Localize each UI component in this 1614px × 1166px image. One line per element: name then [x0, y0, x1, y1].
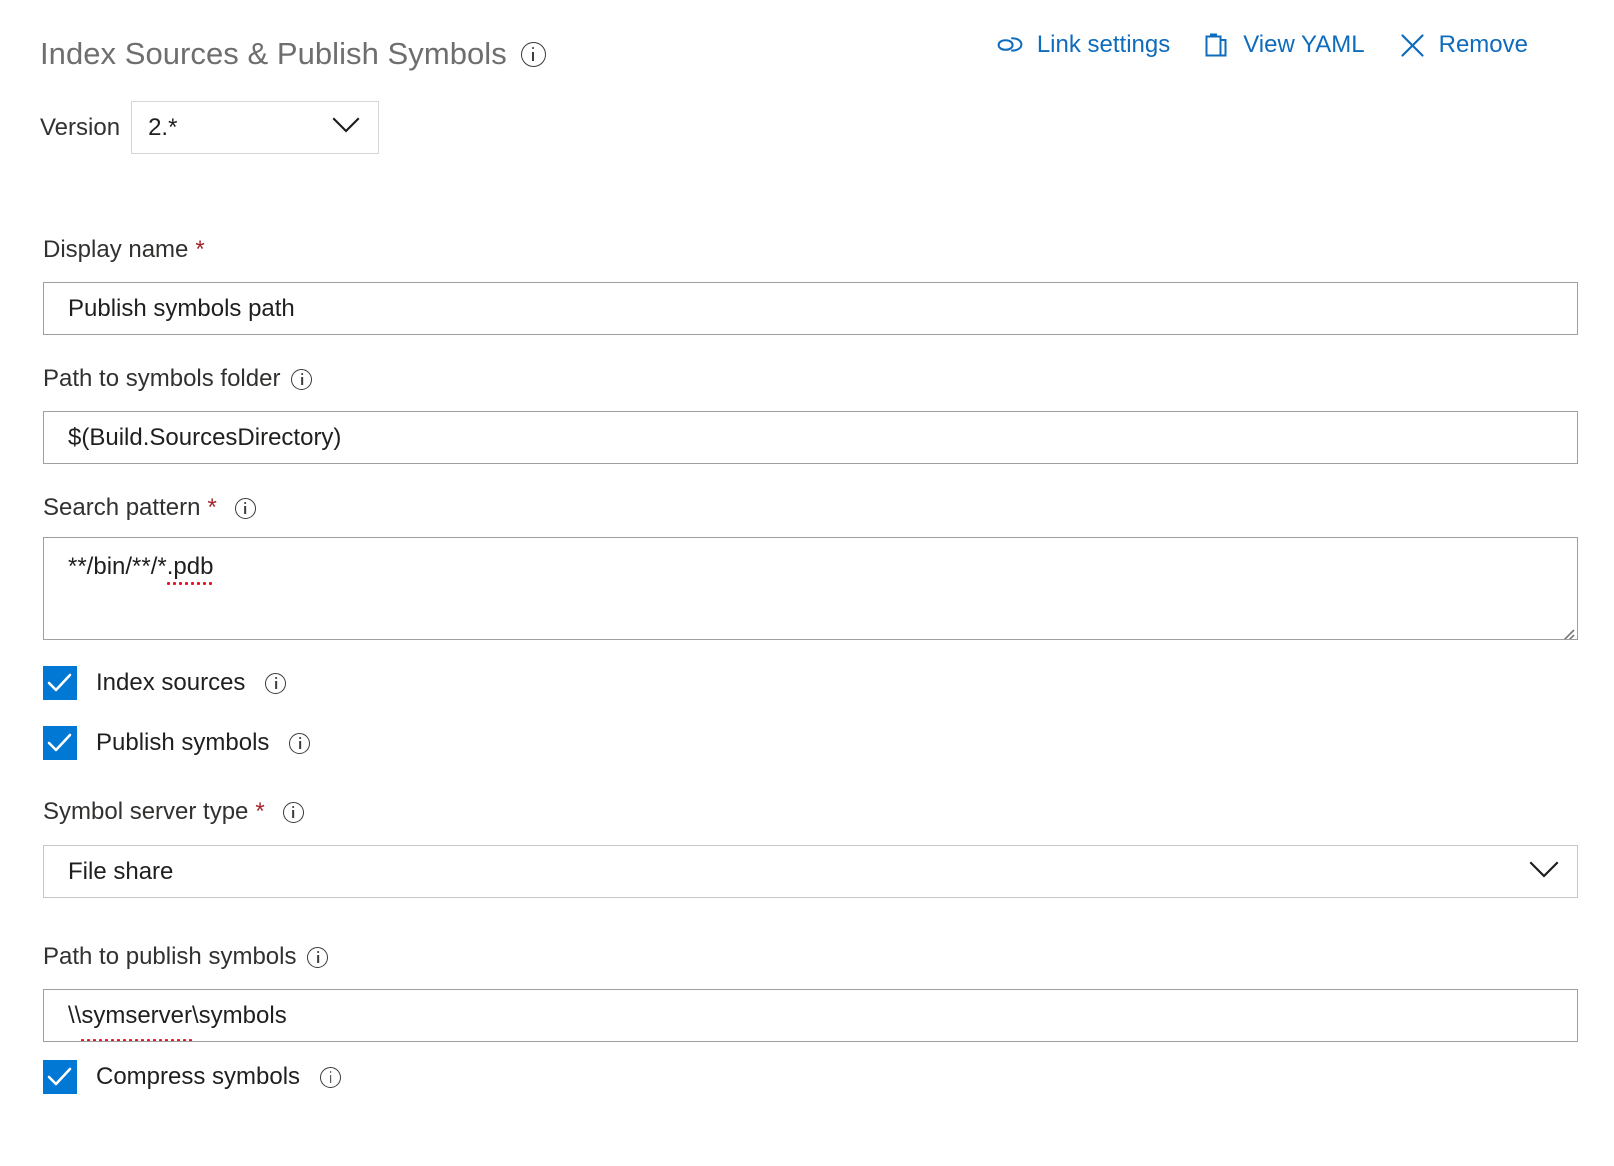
- search-pattern-label: Search pattern *: [43, 493, 256, 523]
- symbol-server-type-label-text: Symbol server type: [43, 797, 248, 827]
- info-icon[interactable]: [320, 1067, 341, 1088]
- info-icon[interactable]: [521, 42, 546, 67]
- link-settings-button[interactable]: Link settings: [996, 30, 1170, 60]
- path-to-symbols-folder-input[interactable]: $(Build.SourcesDirectory): [43, 411, 1578, 464]
- compress-symbols-label: Compress symbols: [96, 1062, 300, 1092]
- info-icon[interactable]: [289, 733, 310, 754]
- remove-button[interactable]: Remove: [1399, 30, 1528, 60]
- clipboard-icon: [1204, 31, 1230, 59]
- remove-label: Remove: [1439, 30, 1528, 60]
- symbol-server-type-value: File share: [68, 858, 173, 886]
- required-asterisk: *: [255, 800, 264, 824]
- chevron-down-icon: [332, 117, 360, 139]
- publish-path-suffix: \symbols: [192, 1002, 287, 1029]
- page-title: Index Sources & Publish Symbols: [40, 32, 546, 76]
- publish-path-misspelled: symserver: [81, 990, 192, 1041]
- search-pattern-value-misspelled: .pdb: [167, 550, 214, 584]
- publish-path-prefix: \\: [68, 1002, 81, 1029]
- version-label: Version: [40, 113, 120, 143]
- search-pattern-value-prefix: **/bin/**/*: [68, 553, 167, 580]
- path-to-publish-symbols-label: Path to publish symbols: [43, 942, 328, 972]
- info-icon[interactable]: [291, 369, 312, 390]
- path-to-publish-symbols-input[interactable]: \\symserver\symbols: [43, 989, 1578, 1042]
- view-yaml-label: View YAML: [1243, 30, 1364, 60]
- info-icon[interactable]: [265, 673, 286, 694]
- symbol-server-type-label: Symbol server type *: [43, 797, 304, 827]
- required-asterisk: *: [207, 496, 216, 520]
- path-to-publish-symbols-label-text: Path to publish symbols: [43, 942, 296, 972]
- symbol-server-type-dropdown[interactable]: File share: [43, 845, 1578, 898]
- info-icon[interactable]: [235, 498, 256, 519]
- textarea-resize-handle[interactable]: [1557, 619, 1575, 637]
- chevron-down-icon: [1529, 858, 1559, 886]
- page-title-text: Index Sources & Publish Symbols: [40, 32, 507, 76]
- display-name-label: Display name *: [43, 235, 205, 265]
- version-dropdown[interactable]: 2.*: [131, 101, 379, 154]
- search-pattern-label-text: Search pattern: [43, 493, 200, 523]
- display-name-input[interactable]: Publish symbols path: [43, 282, 1578, 335]
- path-to-symbols-folder-label: Path to symbols folder: [43, 364, 312, 394]
- info-icon[interactable]: [307, 947, 328, 968]
- publish-symbols-checkbox-row[interactable]: Publish symbols: [43, 726, 310, 760]
- version-value: 2.*: [148, 113, 177, 143]
- version-row: Version 2.*: [40, 101, 379, 154]
- link-icon: [996, 33, 1024, 57]
- compress-symbols-checkbox-row[interactable]: Compress symbols: [43, 1060, 341, 1094]
- display-name-label-text: Display name: [43, 235, 188, 265]
- view-yaml-button[interactable]: View YAML: [1204, 30, 1364, 60]
- info-icon[interactable]: [283, 802, 304, 823]
- required-asterisk: *: [195, 238, 204, 262]
- header-actions: Link settings View YAML Remove: [996, 30, 1528, 60]
- task-header: Index Sources & Publish Symbols Link set…: [0, 0, 1614, 96]
- index-sources-checkbox-row[interactable]: Index sources: [43, 666, 286, 700]
- index-sources-label: Index sources: [96, 668, 245, 698]
- compress-symbols-checkbox[interactable]: [43, 1060, 77, 1094]
- publish-symbols-checkbox[interactable]: [43, 726, 77, 760]
- link-settings-label: Link settings: [1037, 30, 1170, 60]
- index-sources-checkbox[interactable]: [43, 666, 77, 700]
- close-icon: [1399, 32, 1426, 59]
- path-to-symbols-folder-label-text: Path to symbols folder: [43, 364, 280, 394]
- search-pattern-textarea[interactable]: **/bin/**/*.pdb: [43, 537, 1578, 640]
- publish-symbols-label: Publish symbols: [96, 728, 269, 758]
